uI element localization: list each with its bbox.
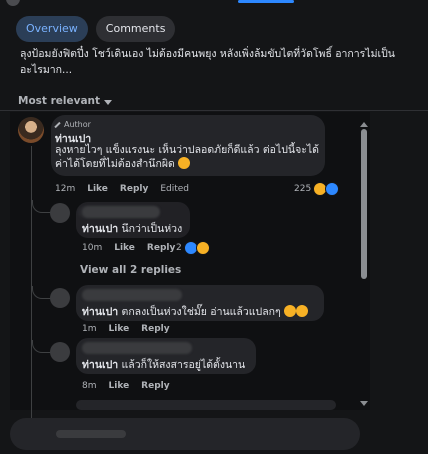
tab-bar: Overview Comments bbox=[16, 16, 176, 42]
reaction-summary[interactable]: 2 bbox=[176, 241, 210, 255]
reply-time[interactable]: 8m bbox=[82, 381, 97, 391]
reply-button[interactable]: Reply bbox=[120, 184, 148, 194]
reply-button[interactable]: Reply bbox=[141, 381, 169, 391]
like-button[interactable]: Like bbox=[109, 324, 130, 334]
pencil-icon bbox=[54, 121, 61, 128]
reply-meta: 8m Like Reply bbox=[82, 381, 170, 391]
reply-author[interactable]: ท่านเปา bbox=[82, 223, 118, 235]
avatar[interactable] bbox=[50, 288, 70, 308]
comment-time[interactable]: 12m bbox=[55, 184, 75, 194]
caret-down-icon bbox=[104, 99, 113, 105]
reply-body: นึกว่าเป็นห่วง bbox=[121, 223, 183, 235]
reaction-count: 2 bbox=[176, 243, 182, 253]
active-indicator bbox=[238, 0, 294, 3]
scroll-thumb[interactable] bbox=[361, 129, 367, 279]
reply-author[interactable]: ท่านเปา bbox=[82, 359, 118, 371]
sort-label: Most relevant bbox=[18, 95, 101, 107]
reply-text: ท่านเปา แล้วก็ให้สงสารอยู่ได้ตั้งนาน bbox=[82, 356, 245, 373]
comment-text: ลุงหายไวๆ แข็งแรงนะ เห็นว่าปลอดภัยก็ดีแล… bbox=[55, 143, 321, 171]
avatar[interactable] bbox=[18, 117, 44, 143]
avatar[interactable] bbox=[50, 342, 70, 362]
avatar[interactable] bbox=[50, 203, 70, 223]
blurred-placeholder bbox=[56, 430, 126, 438]
reply-button[interactable]: Reply bbox=[147, 243, 175, 253]
blurred-name bbox=[82, 289, 182, 301]
blurred-name bbox=[82, 206, 160, 218]
edited-label: Edited bbox=[160, 184, 190, 194]
like-button[interactable]: Like bbox=[114, 243, 135, 253]
reply-text: ท่านเปา นึกว่าเป็นห่วง bbox=[82, 220, 182, 237]
comment-meta: 12m Like Reply Edited bbox=[55, 184, 189, 194]
reply-meta: 1m Like Reply bbox=[82, 324, 170, 334]
scroll-down-icon[interactable] bbox=[360, 401, 368, 406]
haha-reaction-icon bbox=[195, 241, 210, 255]
reply-button[interactable]: Reply bbox=[141, 324, 169, 334]
tab-comments[interactable]: Comments bbox=[95, 16, 176, 42]
reaction-count: 225 bbox=[294, 184, 312, 194]
scrollbar[interactable] bbox=[360, 122, 368, 410]
top-bar bbox=[0, 0, 428, 12]
like-button[interactable]: Like bbox=[109, 381, 130, 391]
tab-overview[interactable]: Overview bbox=[16, 16, 88, 42]
reply-text: ท่านเปา ตกลงเป็นห่วงใช่มั๊ย อ่านแล้วแปลก… bbox=[82, 303, 308, 320]
reply-body: แล้วก็ให้สงสารอยู่ได้ตั้งนาน bbox=[121, 359, 246, 371]
like-reaction-icon bbox=[325, 182, 340, 196]
reaction-summary[interactable]: 225 bbox=[294, 182, 340, 196]
reply-meta: 10m Like Reply bbox=[82, 243, 175, 253]
reply-bubble bbox=[76, 400, 336, 410]
reply-time[interactable]: 1m bbox=[82, 324, 97, 334]
like-button[interactable]: Like bbox=[87, 184, 108, 194]
reply-body: ตกลงเป็นห่วงใช่มั๊ย อ่านแล้วแปลกๆ bbox=[121, 306, 281, 318]
blurred-name bbox=[82, 342, 192, 354]
reply-author[interactable]: ท่านเปา bbox=[82, 306, 118, 318]
laughing-emoji-icon bbox=[295, 305, 308, 317]
laughing-emoji-icon bbox=[283, 305, 296, 317]
scroll-up-icon[interactable] bbox=[360, 122, 368, 127]
sort-dropdown[interactable]: Most relevant bbox=[18, 95, 113, 107]
page-avatar bbox=[6, 0, 20, 6]
author-badge-label: Author bbox=[64, 120, 91, 129]
post-caption: ลุงป้อมยังฟิตปึ๋ง โชว์เดินเอง ไม่ต้องมีค… bbox=[20, 48, 395, 76]
sad-face-emoji-icon bbox=[178, 157, 191, 169]
view-all-replies-link[interactable]: View all 2 replies bbox=[80, 264, 181, 276]
author-badge: Author bbox=[54, 120, 91, 129]
reply-time[interactable]: 10m bbox=[82, 243, 102, 253]
divider bbox=[0, 110, 428, 111]
